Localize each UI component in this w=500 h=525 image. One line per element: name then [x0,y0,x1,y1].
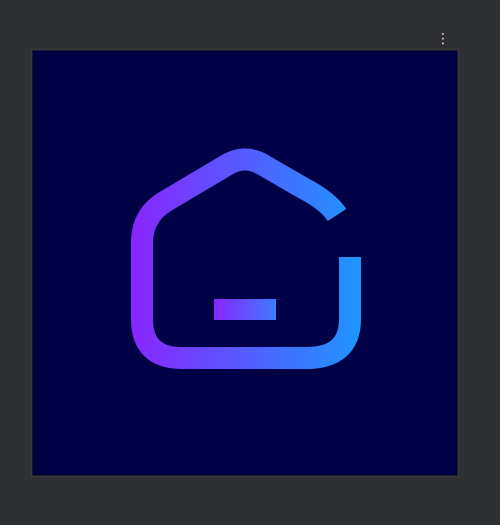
image-viewer: ⋮ [0,0,500,525]
house-door-bar [214,299,276,320]
image-preview [32,50,458,476]
more-vert-icon: ⋮ [436,31,450,47]
more-options-button[interactable]: ⋮ [436,30,450,48]
home-logo-image [33,51,457,475]
image-background [33,51,457,475]
